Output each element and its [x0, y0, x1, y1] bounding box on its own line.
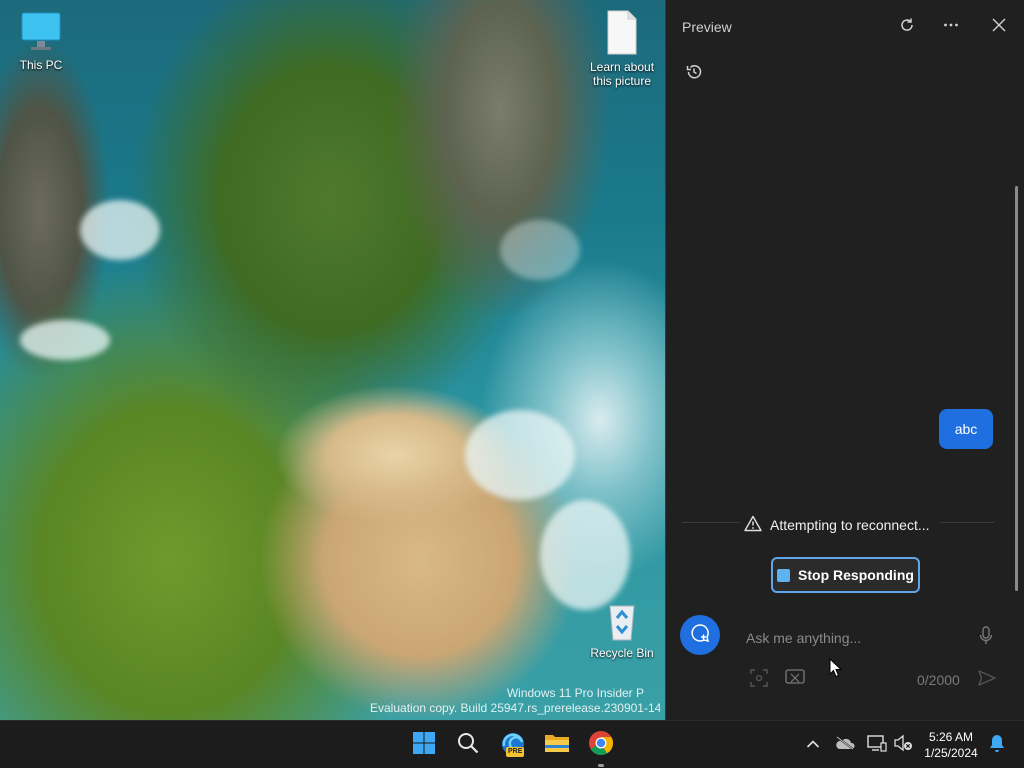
history-icon: [685, 63, 703, 86]
taskbar-chrome[interactable]: [585, 729, 617, 767]
recycle-bin-icon: [604, 600, 640, 644]
desktop-icon-label: Recycle Bin: [590, 646, 654, 660]
microphone-icon: [979, 625, 993, 651]
watermark-line-2: Evaluation copy. Build 25947.rs_prerelea…: [370, 701, 660, 715]
mouse-cursor-icon: [829, 657, 843, 683]
close-icon: [992, 18, 1006, 37]
chrome-icon: [588, 730, 614, 761]
start-button[interactable]: [408, 729, 440, 761]
send-button[interactable]: [976, 669, 998, 691]
volume-muted-icon: [893, 734, 913, 757]
user-message-bubble: abc: [939, 409, 993, 449]
desktop-wallpaper: [0, 0, 665, 720]
taskbar-clock[interactable]: 5:26 AM 1/25/2024: [918, 729, 984, 761]
more-options-button[interactable]: [938, 14, 964, 40]
edge-beta-icon: PRE: [500, 732, 526, 758]
reconnect-status: Attempting to reconnect...: [744, 515, 930, 535]
taskbar: PRE 5:26 AM 1/25/2024: [0, 720, 1024, 768]
chevron-up-icon: [806, 736, 820, 754]
preview-panel: Preview abc Attempting to reconnect... S…: [665, 0, 1024, 720]
ask-input[interactable]: [746, 626, 966, 650]
taskbar-file-explorer[interactable]: [541, 729, 573, 761]
reconnect-text: Attempting to reconnect...: [770, 517, 930, 533]
onedrive-icon: [835, 735, 855, 755]
show-hidden-icons-button[interactable]: [801, 733, 825, 757]
bell-icon: [988, 733, 1006, 758]
watermark-line-1: Windows 11 Pro Insider P: [506, 686, 644, 700]
close-button[interactable]: [986, 14, 1012, 40]
volume-tray-button[interactable]: [891, 733, 915, 757]
stop-icon: [777, 568, 791, 582]
divider-right: [940, 522, 994, 523]
running-indicator: [598, 764, 604, 767]
monitor-icon: [20, 10, 62, 56]
screenshot-button[interactable]: [783, 668, 807, 692]
desktop-icon-learn-about-picture[interactable]: Learn about this picture: [582, 8, 662, 88]
notifications-button[interactable]: [985, 733, 1009, 757]
image-scan-icon: [750, 668, 768, 692]
edge-pre-badge: PRE: [506, 747, 525, 757]
panel-title: Preview: [682, 19, 732, 35]
refresh-icon: [899, 17, 915, 38]
send-icon: [978, 669, 996, 691]
screen-capture-icon: [785, 668, 805, 692]
microphone-button[interactable]: [975, 625, 997, 651]
stop-button-label: Stop Responding: [798, 567, 914, 583]
panel-scrollbar[interactable]: [1015, 186, 1018, 591]
history-button[interactable]: [681, 61, 707, 87]
network-icon: [867, 734, 887, 757]
character-counter: 0/2000: [917, 672, 960, 688]
desktop-icon-label: This PC: [19, 58, 63, 72]
taskbar-search-button[interactable]: [452, 729, 484, 761]
file-explorer-icon: [544, 732, 570, 759]
divider-left: [682, 522, 740, 523]
windows-start-icon: [412, 731, 436, 760]
onedrive-tray-button[interactable]: [833, 733, 857, 757]
stop-responding-button[interactable]: Stop Responding: [771, 557, 920, 593]
document-icon: [604, 8, 640, 58]
refresh-button[interactable]: [894, 14, 920, 40]
network-tray-button[interactable]: [865, 733, 889, 757]
taskbar-edge-beta[interactable]: PRE: [497, 729, 529, 761]
clock-date: 1/25/2024: [924, 746, 978, 760]
desktop-icon-this-pc[interactable]: This PC: [1, 10, 81, 72]
new-chat-icon: [689, 622, 711, 649]
more-icon: [943, 17, 959, 38]
desktop-icon-label: Learn about this picture: [589, 60, 655, 88]
image-input-button[interactable]: [748, 668, 770, 692]
desktop-icon-recycle-bin[interactable]: Recycle Bin: [582, 600, 662, 660]
clock-time: 5:26 AM: [928, 730, 974, 744]
search-icon: [456, 731, 480, 760]
new-topic-button[interactable]: [680, 615, 720, 655]
desktop-screen: This PC Learn about this picture Recycle…: [0, 0, 1024, 768]
warning-icon: [744, 515, 762, 535]
